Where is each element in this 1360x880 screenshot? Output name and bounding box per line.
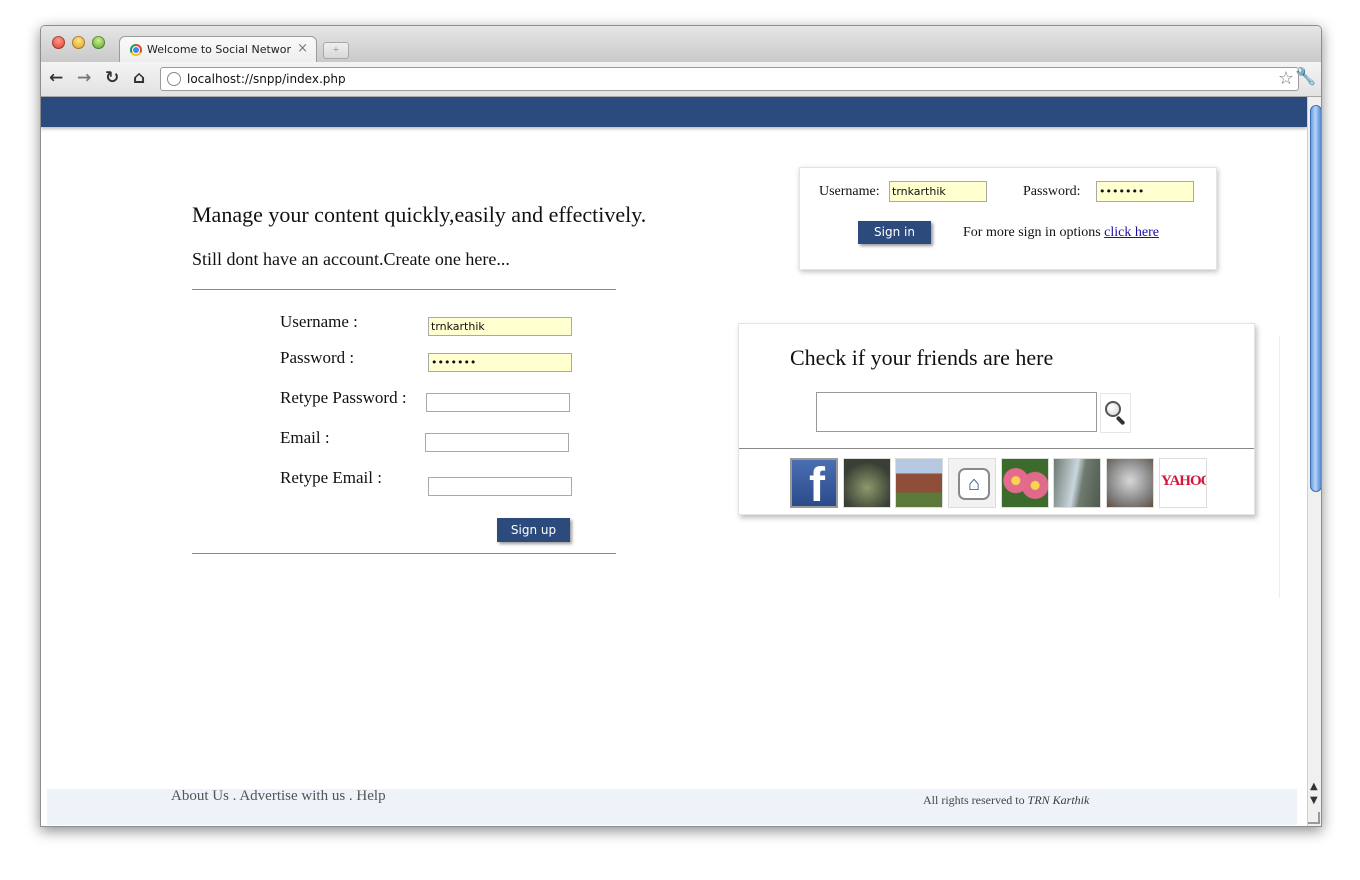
login-username-label: Username: bbox=[819, 184, 880, 199]
browser-toolbar: ← → ↻ ⌂ localhost://snpp/index.php ☆ 🔧 bbox=[41, 62, 1321, 97]
browser-window: Welcome to Social Networking × + ← → ↻ ⌂… bbox=[40, 25, 1322, 827]
network-thumbnails: f ⌂ YAHOO! bbox=[790, 458, 1210, 510]
page-viewport: Manage your content quickly,easily and e… bbox=[41, 97, 1307, 826]
vertical-scrollbar[interactable]: ▲ ▼ bbox=[1307, 97, 1321, 826]
tab-title: Welcome to Social Networking bbox=[147, 43, 292, 56]
friend-search-input[interactable] bbox=[816, 392, 1097, 432]
header-banner bbox=[41, 97, 1307, 127]
login-box: Username: trnkarthik Password: ••••••• S… bbox=[799, 167, 1217, 270]
koala-thumbnail[interactable] bbox=[1106, 458, 1154, 508]
retype-password-input[interactable] bbox=[426, 393, 570, 412]
home-icon[interactable]: ⌂ bbox=[133, 68, 145, 88]
signup-button[interactable]: Sign up bbox=[497, 518, 570, 542]
home-thumbnail[interactable]: ⌂ bbox=[948, 458, 996, 508]
close-window-button[interactable] bbox=[52, 36, 65, 49]
retype-email-label: Retype Email : bbox=[280, 468, 382, 487]
url-text: localhost://snpp/index.php bbox=[187, 72, 346, 86]
scrollbar-thumb[interactable] bbox=[1310, 105, 1321, 492]
flowers-thumbnail[interactable] bbox=[1001, 458, 1049, 508]
bookmark-star-icon[interactable]: ☆ bbox=[1278, 68, 1294, 89]
facebook-thumbnail[interactable]: f bbox=[790, 458, 838, 508]
footer-links[interactable]: About Us . Advertise with us . Help bbox=[171, 788, 386, 805]
email-label: Email : bbox=[280, 428, 330, 447]
signup-prompt: Still dont have an account.Create one he… bbox=[192, 249, 510, 269]
owner-name: TRN Karthik bbox=[1027, 793, 1090, 807]
forward-arrow-icon[interactable]: → bbox=[77, 68, 91, 88]
desert-thumbnail[interactable] bbox=[843, 458, 891, 508]
rights-text: All rights reserved to bbox=[923, 793, 1025, 807]
wrench-menu-icon[interactable]: 🔧 bbox=[1295, 67, 1316, 87]
email-input[interactable] bbox=[425, 433, 569, 452]
search-icon[interactable] bbox=[1100, 393, 1131, 433]
globe-icon bbox=[167, 72, 181, 86]
page-footer: About Us . Advertise with us . Help All … bbox=[47, 788, 1297, 825]
page-slogan: Manage your content quickly,easily and e… bbox=[192, 202, 647, 227]
building-thumbnail[interactable] bbox=[895, 458, 943, 508]
resize-grip-icon[interactable] bbox=[1308, 812, 1320, 824]
signup-password-input[interactable]: ••••••• bbox=[428, 353, 572, 372]
login-password-label: Password: bbox=[1023, 184, 1081, 199]
scroll-down-arrow-icon[interactable]: ▼ bbox=[1310, 795, 1318, 806]
friend-search-title: Check if your friends are here bbox=[790, 345, 1054, 370]
title-bar: Welcome to Social Networking × + bbox=[41, 26, 1321, 63]
minimize-window-button[interactable] bbox=[72, 36, 85, 49]
chrome-favicon-icon bbox=[130, 44, 142, 56]
tab-welcome[interactable]: Welcome to Social Networking × bbox=[119, 36, 317, 63]
scroll-up-arrow-icon[interactable]: ▲ bbox=[1310, 781, 1318, 792]
copyright-notice: All rights reserved to TRN Karthik bbox=[923, 793, 1089, 808]
house-icon: ⌂ bbox=[958, 468, 990, 500]
zoom-window-button[interactable] bbox=[92, 36, 105, 49]
signin-button[interactable]: Sign in bbox=[858, 221, 931, 244]
tab-close-icon[interactable]: × bbox=[297, 41, 308, 56]
back-arrow-icon[interactable]: ← bbox=[49, 68, 63, 88]
signup-username-input[interactable]: trnkarthik bbox=[428, 317, 572, 336]
address-bar[interactable]: localhost://snpp/index.php ☆ bbox=[160, 67, 1299, 91]
friend-panel-divider bbox=[739, 448, 1254, 449]
signup-password-label: Password : bbox=[280, 348, 355, 367]
friend-search-panel: Check if your friends are here f ⌂ YAHOO… bbox=[738, 323, 1255, 515]
divider-bottom bbox=[192, 553, 616, 554]
click-here-link[interactable]: click here bbox=[1104, 225, 1159, 240]
more-signin-text: For more sign in options bbox=[963, 225, 1101, 240]
yahoo-thumbnail[interactable]: YAHOO! bbox=[1159, 458, 1207, 508]
retype-password-label: Retype Password : bbox=[280, 388, 407, 407]
signup-username-label: Username : bbox=[280, 312, 358, 331]
new-tab-button[interactable]: + bbox=[323, 42, 349, 59]
divider-top bbox=[192, 289, 616, 290]
more-signin-options: For more sign in options click here bbox=[963, 225, 1159, 241]
login-username-input[interactable]: trnkarthik bbox=[889, 181, 987, 202]
retype-email-input[interactable] bbox=[428, 477, 572, 496]
login-password-input[interactable]: ••••••• bbox=[1096, 181, 1194, 202]
reload-icon[interactable]: ↻ bbox=[105, 68, 119, 88]
waterfall-thumbnail[interactable] bbox=[1053, 458, 1101, 508]
right-column-edge bbox=[1279, 336, 1280, 598]
